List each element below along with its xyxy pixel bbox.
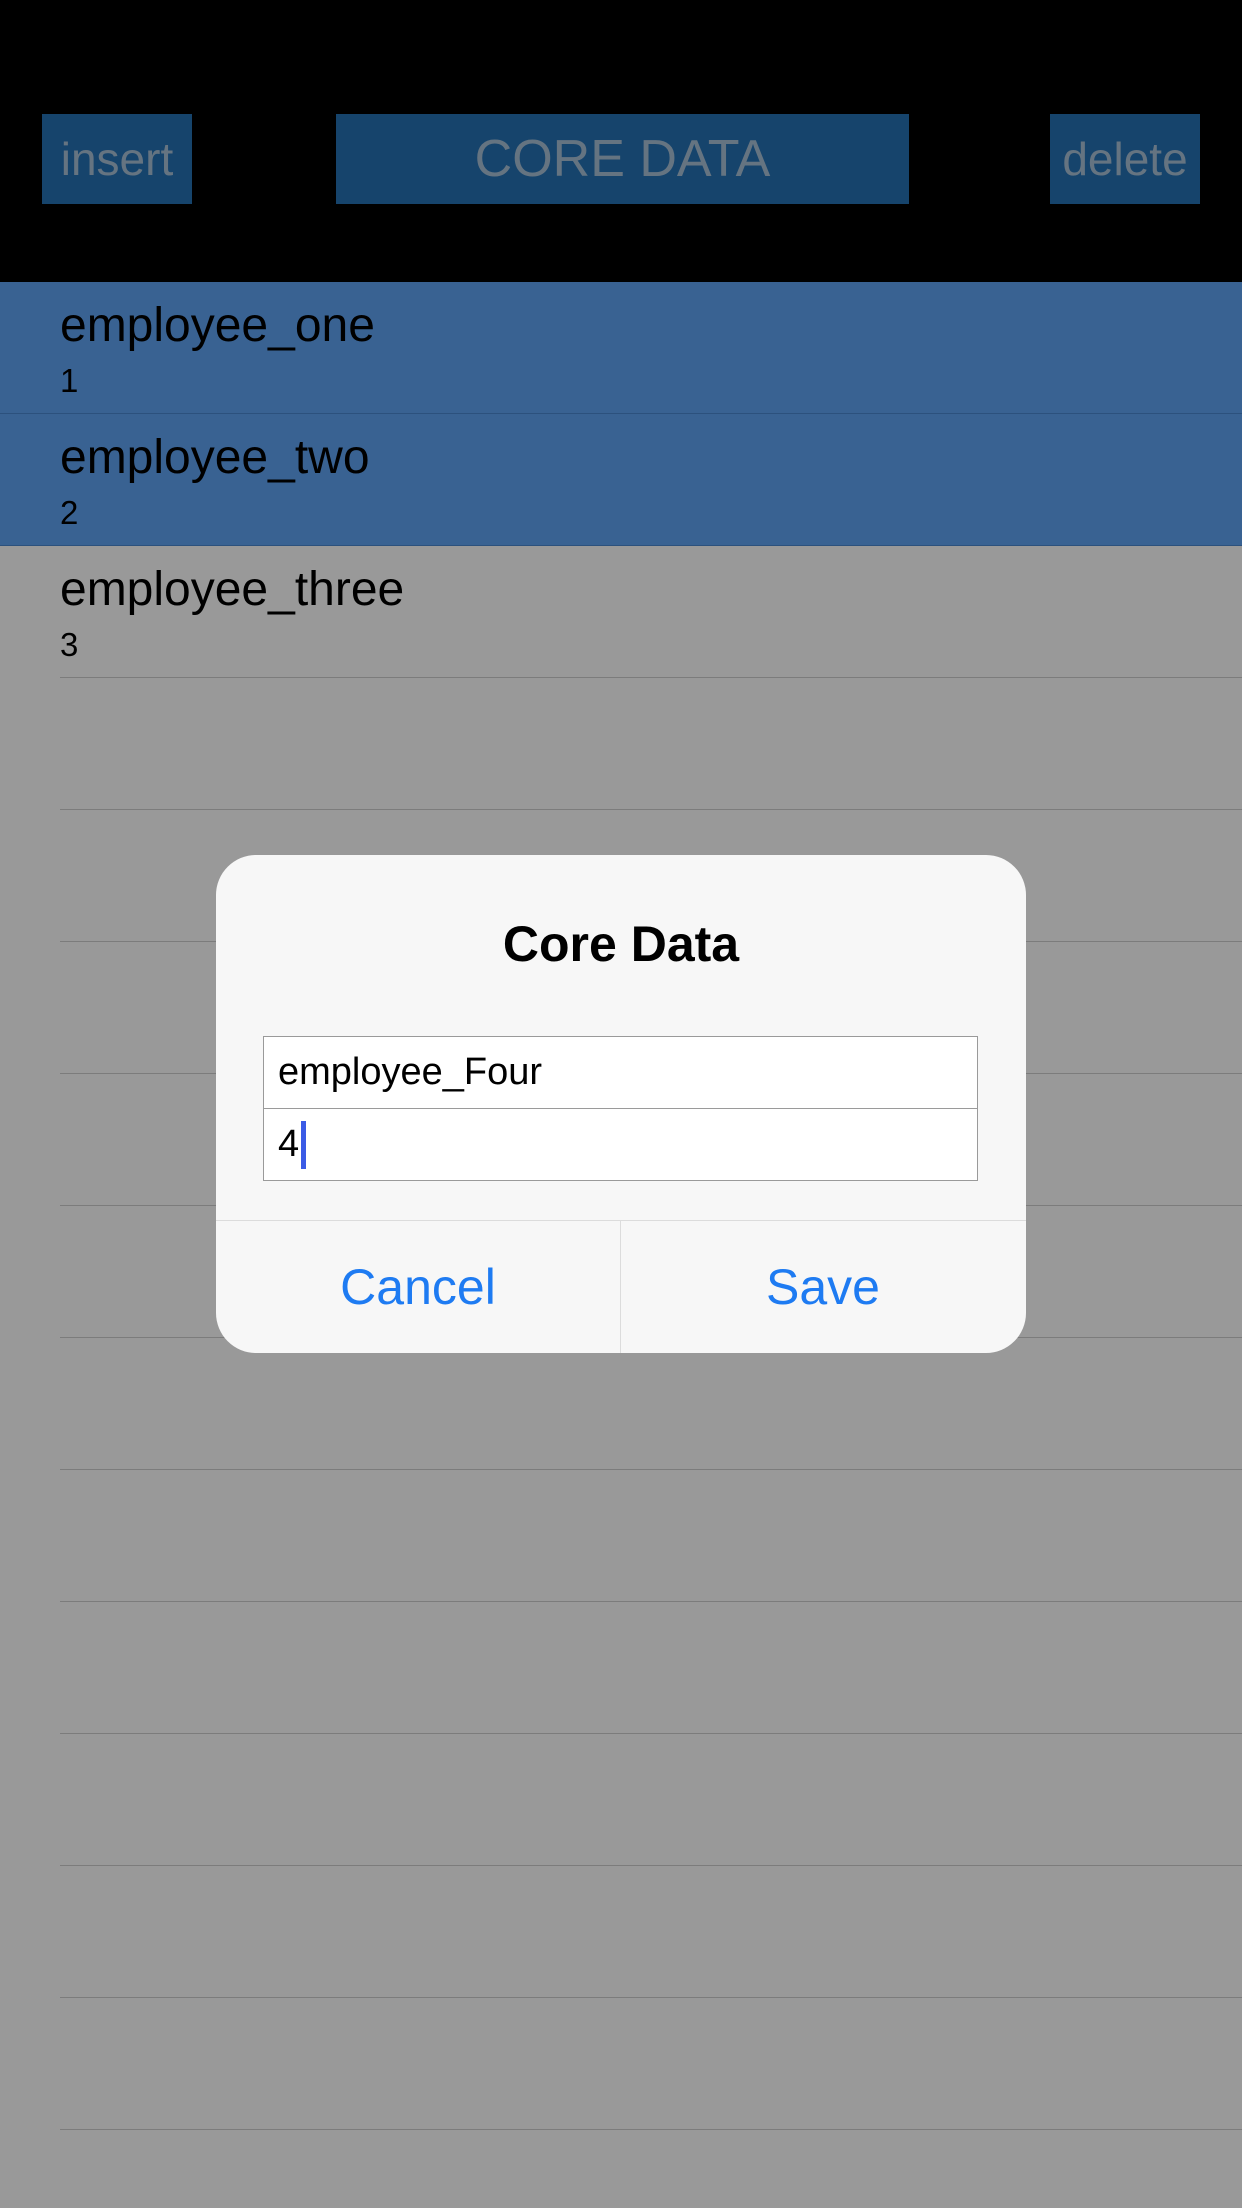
alert-title: Core Data [502, 916, 740, 972]
employee-id-field-value: 4 [278, 1123, 300, 1165]
save-button[interactable]: Save [621, 1221, 1025, 1353]
employee-name-field[interactable]: employee_Four [263, 1036, 978, 1109]
cancel-button[interactable]: Cancel [216, 1221, 620, 1353]
core-data-alert: Core Data employee_Four 4 Cancel Save [216, 855, 1026, 1353]
text-cursor [301, 1120, 307, 1169]
employee-name-field-value: employee_Four [278, 1051, 543, 1093]
employee-id-field[interactable]: 4 [263, 1108, 978, 1181]
